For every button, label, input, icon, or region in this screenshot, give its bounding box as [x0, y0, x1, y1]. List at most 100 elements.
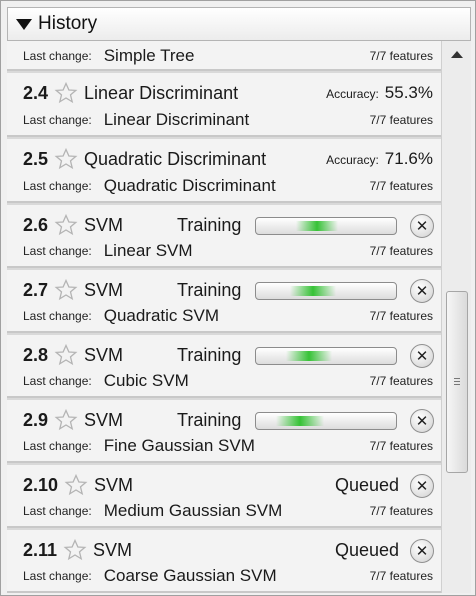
- last-change-label: Last change:: [23, 179, 92, 193]
- last-change-value: Coarse Gaussian SVM: [103, 566, 277, 585]
- history-item[interactable]: 2.8 SVM Training ✕ Last change: Cubic SV…: [7, 335, 441, 398]
- cancel-button[interactable]: ✕: [410, 214, 434, 238]
- model-number: 2.4: [23, 82, 49, 103]
- history-item[interactable]: 2.9 SVM Training ✕ Last change: Fine Gau…: [7, 400, 441, 463]
- progress-bar: [255, 282, 397, 300]
- model-number: 2.8: [23, 344, 49, 365]
- star-icon[interactable]: [54, 82, 78, 104]
- history-item[interactable]: 2.11 SVM Queued ✕ Last change: Coarse Ga…: [7, 530, 441, 593]
- close-icon: ✕: [415, 478, 429, 495]
- progress-bar: [255, 412, 397, 430]
- history-item-simple-tree[interactable]: Last change: Simple Tree 7/7 features: [7, 41, 441, 71]
- last-change-row: Last change: Medium Gaussian SVM 7/7 fea…: [23, 500, 433, 522]
- features-count: 7/7 features: [369, 504, 433, 518]
- features-count: 7/7 features: [369, 439, 433, 453]
- vertical-scrollbar[interactable]: [441, 41, 471, 593]
- star-icon[interactable]: [64, 474, 88, 496]
- cancel-button[interactable]: ✕: [410, 409, 434, 433]
- history-item[interactable]: 2.7 SVM Training ✕ Last change: Quadrati…: [7, 270, 441, 333]
- last-change-row: Last change: Quadratic SVM 7/7 features: [23, 305, 433, 327]
- close-icon: ✕: [415, 218, 429, 235]
- last-change-label: Last change:: [23, 374, 92, 388]
- model-type: SVM: [94, 474, 134, 495]
- last-change-label: Last change:: [23, 504, 92, 518]
- last-change-value: Cubic SVM: [103, 371, 189, 390]
- last-change-row: Last change: Cubic SVM 7/7 features: [23, 370, 433, 392]
- status-text: Training: [177, 409, 242, 430]
- status-text: Training: [177, 279, 242, 300]
- scroll-up-arrow-icon[interactable]: [451, 51, 463, 58]
- history-header[interactable]: History: [7, 7, 471, 41]
- progress-indicator: [296, 221, 338, 231]
- model-row: 2.11 SVM Queued: [23, 538, 433, 562]
- last-change-label: Last change:: [23, 439, 92, 453]
- last-change-row: Last change: Linear Discriminant 7/7 fea…: [23, 109, 433, 131]
- progress-indicator: [276, 416, 324, 426]
- last-change-row: Last change: Simple Tree 7/7 features: [23, 45, 433, 67]
- history-item[interactable]: 2.6 SVM Training ✕ Last change: Linear S…: [7, 205, 441, 268]
- cancel-button[interactable]: ✕: [410, 474, 434, 498]
- features-count: 7/7 features: [369, 49, 433, 63]
- last-change-row: Last change: Coarse Gaussian SVM 7/7 fea…: [23, 565, 433, 587]
- star-icon[interactable]: [63, 539, 87, 561]
- history-panel: History Last change: Simple Tree 7/7 fea…: [0, 0, 476, 596]
- last-change-value: Quadratic Discriminant: [103, 176, 276, 195]
- cancel-button[interactable]: ✕: [410, 539, 434, 563]
- grip-line: [454, 378, 460, 379]
- last-change-value: Linear SVM: [103, 241, 193, 260]
- cancel-button[interactable]: ✕: [410, 279, 434, 303]
- status-text: Queued: [335, 539, 400, 560]
- accuracy-label: Accuracy:: [326, 87, 379, 101]
- progress-bar: [255, 347, 397, 365]
- accuracy-label: Accuracy:: [326, 153, 379, 167]
- star-icon[interactable]: [54, 409, 78, 431]
- model-row: 2.10 SVM Queued: [23, 473, 433, 497]
- features-count: 7/7 features: [369, 569, 433, 583]
- cancel-button[interactable]: ✕: [410, 344, 434, 368]
- progress-bar: [255, 217, 397, 235]
- history-list: Last change: Simple Tree 7/7 features 2.…: [7, 41, 441, 593]
- close-icon: ✕: [415, 413, 429, 430]
- last-change-label: Last change:: [23, 113, 92, 127]
- history-item[interactable]: 2.10 SVM Queued ✕ Last change: Medium Ga…: [7, 465, 441, 528]
- close-icon: ✕: [415, 348, 429, 365]
- history-title: History: [38, 13, 98, 34]
- model-number: 2.10: [23, 474, 59, 495]
- model-number: 2.7: [23, 279, 49, 300]
- model-type: SVM: [93, 539, 133, 560]
- features-count: 7/7 features: [369, 309, 433, 323]
- model-number: 2.11: [23, 539, 58, 560]
- model-type: Linear Discriminant: [84, 82, 239, 103]
- model-type: SVM: [84, 344, 124, 365]
- status-text: Queued: [335, 474, 400, 495]
- grip-line: [454, 381, 460, 382]
- accuracy: Accuracy: 55.3%: [326, 83, 433, 103]
- model-type: SVM: [84, 279, 124, 300]
- model-type: SVM: [84, 409, 124, 430]
- last-change-label: Last change:: [23, 569, 92, 583]
- close-icon: ✕: [415, 283, 429, 300]
- progress-indicator: [286, 351, 332, 361]
- accuracy: Accuracy: 71.6%: [326, 149, 433, 169]
- star-icon[interactable]: [54, 148, 78, 170]
- last-change-value: Fine Gaussian SVM: [103, 436, 255, 455]
- status-text: Training: [177, 214, 242, 235]
- last-change-value: Linear Discriminant: [103, 110, 250, 129]
- collapse-triangle-icon[interactable]: [16, 18, 32, 30]
- last-change-value: Quadratic SVM: [103, 306, 219, 325]
- model-number: 2.9: [23, 409, 49, 430]
- model-number: 2.5: [23, 148, 49, 169]
- features-count: 7/7 features: [369, 179, 433, 193]
- last-change-row: Last change: Quadratic Discriminant 7/7 …: [23, 175, 433, 197]
- star-icon[interactable]: [54, 344, 78, 366]
- last-change-label: Last change:: [23, 244, 92, 258]
- star-icon[interactable]: [54, 214, 78, 236]
- star-icon[interactable]: [54, 279, 78, 301]
- scrollbar-thumb[interactable]: [446, 291, 468, 473]
- model-type: SVM: [84, 214, 124, 235]
- history-item[interactable]: 2.4 Linear Discriminant Accuracy: 55.3% …: [7, 73, 441, 137]
- status-text: Training: [177, 344, 242, 365]
- model-row: 2.5 Quadratic Discriminant Accuracy: 71.…: [23, 147, 433, 171]
- history-item[interactable]: 2.5 Quadratic Discriminant Accuracy: 71.…: [7, 139, 441, 203]
- features-count: 7/7 features: [369, 244, 433, 258]
